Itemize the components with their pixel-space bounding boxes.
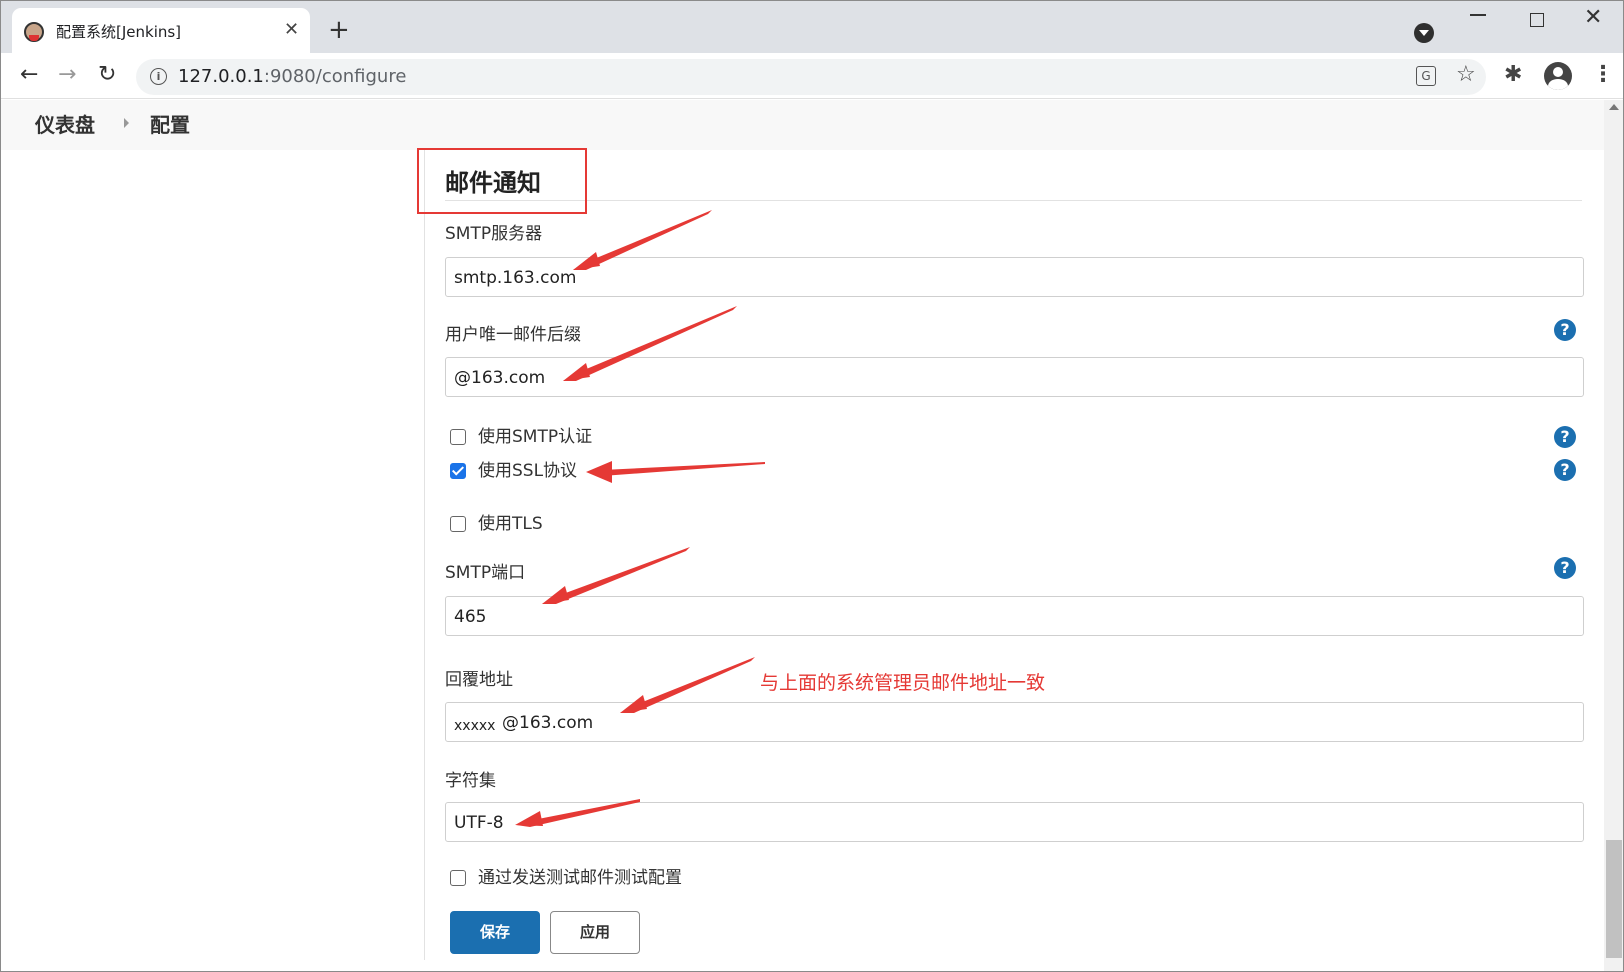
annotation-arrow (573, 252, 600, 270)
annotation-arrow (586, 461, 612, 483)
annotation-arrow (563, 306, 737, 381)
annotation-arrow (542, 586, 569, 604)
annotation-arrow (620, 695, 647, 713)
annotation-arrow (588, 462, 765, 476)
annotation-arrow (563, 363, 590, 381)
annotation-arrows (515, 210, 765, 827)
annotation-arrow (515, 811, 543, 826)
